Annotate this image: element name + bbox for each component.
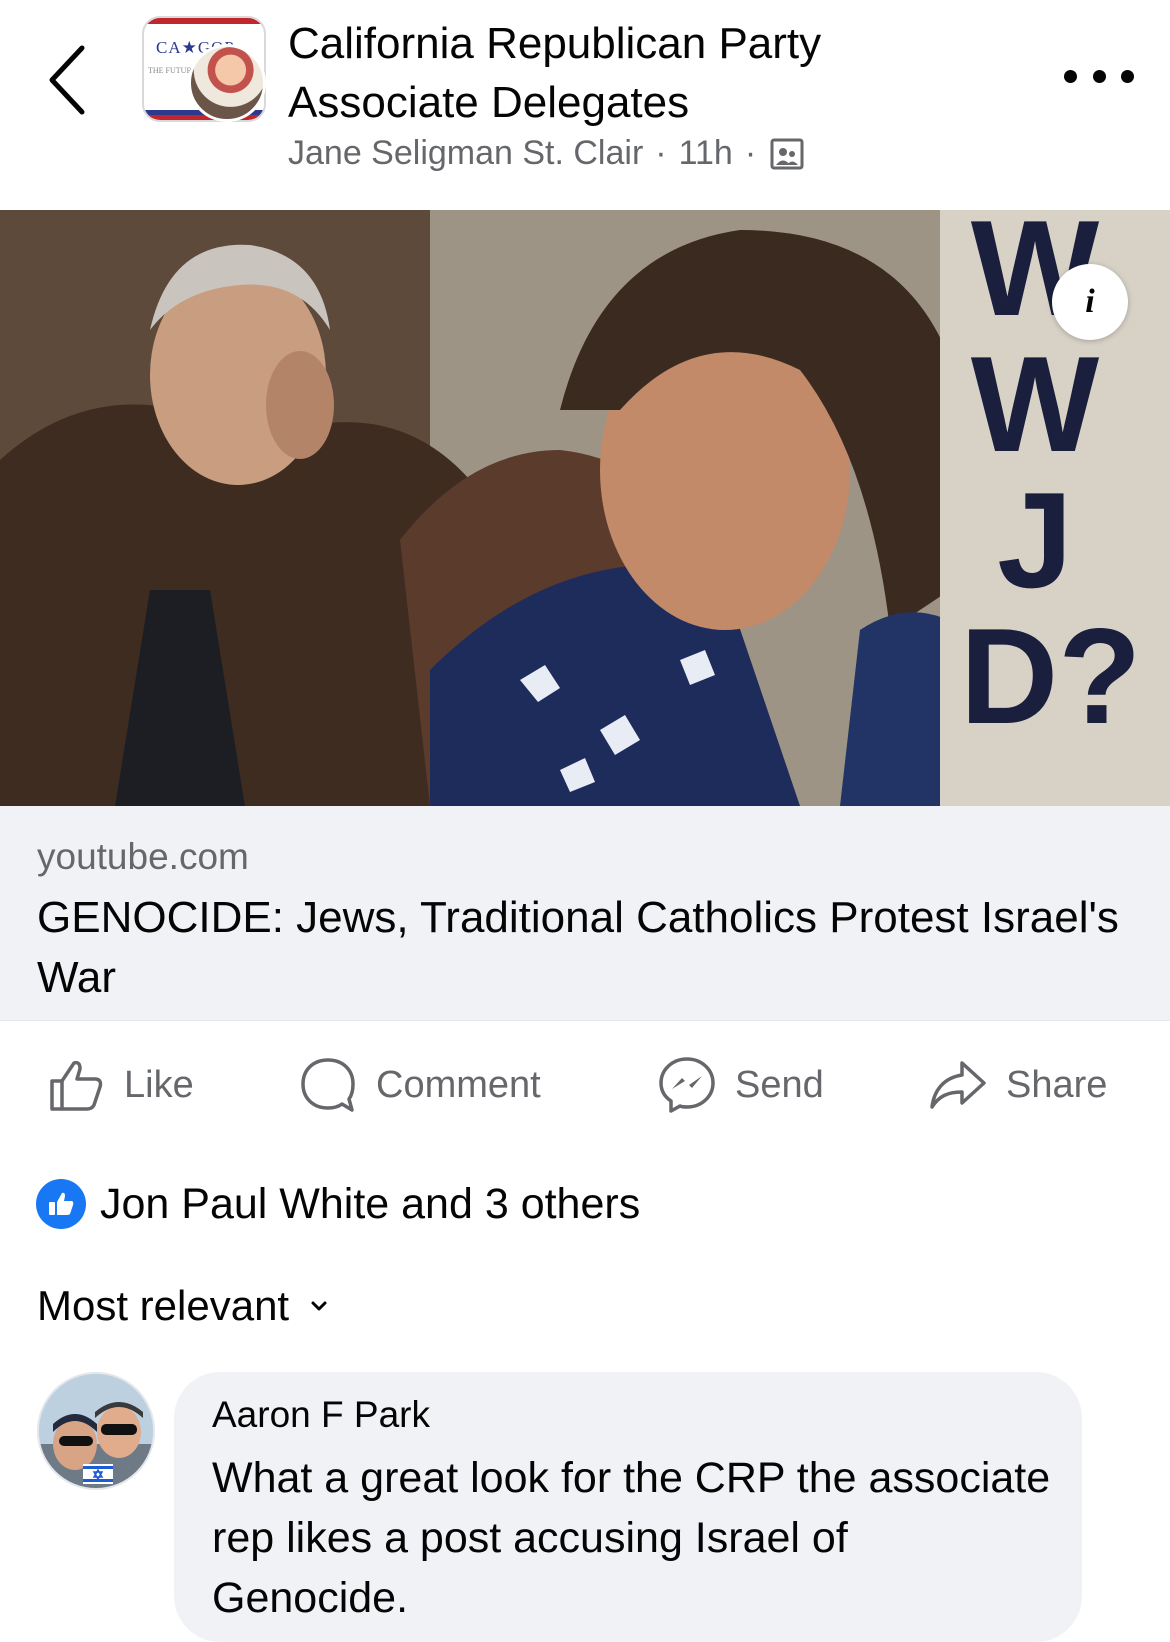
meta-separator: · [655,134,667,172]
reactions-text: Jon Paul White and 3 others [100,1179,641,1228]
comment-text: What a great look for the CRP the associ… [212,1454,1051,1622]
post-actions: Like Comment Send Share [0,1030,1170,1140]
info-icon: i [1085,283,1095,320]
reactions-summary[interactable]: Jon Paul White and 3 others [36,1172,640,1236]
chevron-left-icon [49,45,85,115]
send-button[interactable]: Send [657,1050,824,1120]
more-options-icon [1121,69,1134,83]
info-button[interactable]: i [1052,264,1128,340]
overlay-letter: J [997,464,1073,616]
comment-button[interactable]: Comment [298,1050,541,1120]
sort-label: Most relevant [37,1282,290,1329]
comments-sort-dropdown[interactable]: Most relevant [37,1276,333,1336]
thumbs-up-icon [50,1060,103,1111]
thumbs-up-icon [49,1192,74,1215]
author-avatar[interactable] [188,44,266,122]
like-button[interactable]: Like [46,1050,194,1120]
group-name[interactable]: California Republican Party Associate De… [288,14,1008,132]
like-label: Like [124,1063,194,1106]
link-title: GENOCIDE: Jews, Traditional Catholics Pr… [37,893,1119,1002]
logo-stripe [144,18,264,24]
more-options-icon [1092,69,1106,83]
share-arrow-icon [930,1061,986,1109]
group-privacy-icon [770,138,804,169]
link-preview-card[interactable]: youtube.com GENOCIDE: Jews, Traditional … [0,806,1170,1021]
more-options-button[interactable] [1064,58,1134,94]
comment-bubble[interactable]: Aaron F Park What a great look for the C… [174,1372,1082,1642]
messenger-icon [659,1057,715,1113]
commenter-avatar[interactable] [37,1372,155,1490]
like-reaction-icon [36,1179,86,1229]
author-name[interactable]: Jane Seligman St. Clair [288,134,643,173]
overlay-letter: D? [960,600,1142,752]
post-header: CA★GOP THE FUTURE California Republican … [0,0,1170,210]
chevron-down-icon [311,1301,327,1311]
overlay-letter: W [970,328,1100,480]
avatar-image [39,1374,153,1488]
meta-separator: · [744,134,757,172]
link-domain: youtube.com [37,836,249,877]
link-thumbnail[interactable]: W W J D? [0,210,1170,806]
commenter-name[interactable]: Aaron F Park [212,1394,430,1436]
post-meta: Jane Seligman St. Clair · 11h · [288,134,804,173]
comment-bubble-icon [301,1058,355,1112]
more-options-icon [1064,69,1077,83]
post-time[interactable]: 11h [679,134,733,173]
share-button[interactable]: Share [928,1050,1107,1120]
comment-label: Comment [376,1063,541,1106]
back-button[interactable] [44,40,100,120]
share-label: Share [1006,1063,1108,1106]
send-label: Send [735,1063,824,1106]
